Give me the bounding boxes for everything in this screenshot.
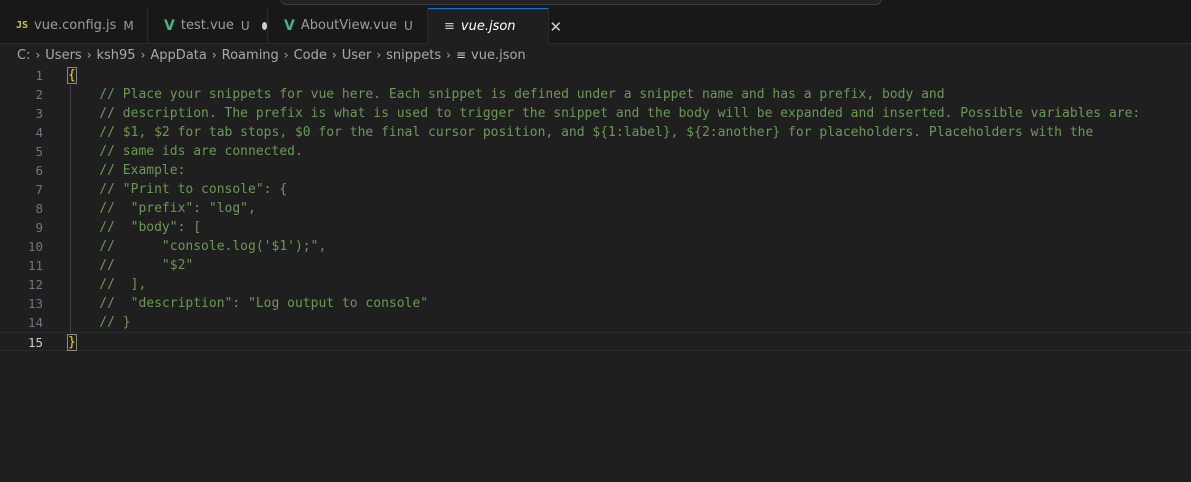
chevron-right-icon: › <box>446 48 451 62</box>
code-text: // $1, $2 for tab stops, $0 for the fina… <box>68 125 1094 140</box>
chevron-right-icon: › <box>86 48 92 62</box>
bracket-match: } <box>67 334 77 351</box>
tab-aboutview-vue[interactable]: V AboutView.vue U <box>268 8 428 43</box>
breadcrumb-item[interactable]: User <box>342 48 372 63</box>
title-bar <box>0 0 1191 8</box>
code-text: // same ids are connected. <box>68 144 303 159</box>
line-number: 7 <box>35 182 43 197</box>
chevron-right-icon: › <box>331 48 337 62</box>
line-number: 15 <box>27 335 43 350</box>
close-icon[interactable]: ✕ <box>550 18 563 36</box>
line-number: 5 <box>35 144 43 159</box>
breadcrumb-item[interactable]: vue.json <box>471 48 526 63</box>
code-text: // Example: <box>68 163 186 178</box>
code-line[interactable]: 5 // same ids are connected. <box>0 142 1191 161</box>
git-status-badge: M <box>123 18 134 33</box>
line-number: 10 <box>27 239 43 254</box>
code-text: // Place your snippets for vue here. Eac… <box>68 87 945 102</box>
code-text: } <box>67 333 77 352</box>
code-line[interactable]: 10 // "console.log('$1');", <box>0 237 1191 256</box>
line-number: 13 <box>27 296 43 311</box>
breadcrumb-item[interactable]: C: <box>17 48 30 63</box>
code-line[interactable]: 9 // "body": [ <box>0 218 1191 237</box>
tab-label: vue.json <box>460 19 516 34</box>
breadcrumb-item[interactable]: AppData <box>150 48 206 63</box>
code-line[interactable]: 4 // $1, $2 for tab stops, $0 for the fi… <box>0 123 1191 142</box>
code-line[interactable]: 2 // Place your snippets for vue here. E… <box>0 85 1191 104</box>
line-number: 9 <box>35 220 43 235</box>
line-number: 11 <box>27 258 43 273</box>
chevron-right-icon: › <box>35 48 41 62</box>
code-text: // "prefix": "log", <box>68 201 256 216</box>
code-line[interactable]: 3 // description. The prefix is what is … <box>0 104 1191 123</box>
code-text: // "Print to console": { <box>68 182 288 197</box>
code-text: // "description": "Log output to console… <box>68 296 429 311</box>
command-center[interactable] <box>280 0 882 5</box>
breadcrumb-item[interactable]: ksh95 <box>97 48 136 63</box>
line-number: 14 <box>27 315 43 330</box>
code-line[interactable]: 11 // "$2" <box>0 256 1191 275</box>
line-number: 8 <box>35 201 43 216</box>
breadcrumb-item[interactable]: snippets <box>386 48 441 63</box>
line-number: 1 <box>35 68 43 83</box>
line-number: 3 <box>35 106 43 121</box>
breadcrumb-item[interactable]: Users <box>45 48 81 63</box>
json-file-icon: ≡ <box>444 19 455 34</box>
breadcrumb-item[interactable]: Roaming <box>222 48 279 63</box>
chevron-right-icon: › <box>283 48 289 62</box>
breadcrumb-item[interactable]: Code <box>294 48 327 63</box>
unsaved-dot-icon[interactable] <box>261 21 267 30</box>
current-line[interactable]: 15 } <box>0 332 1191 351</box>
code-line[interactable]: 13 // "description": "Log output to cons… <box>0 294 1191 313</box>
code-line[interactable]: 8 // "prefix": "log", <box>0 199 1191 218</box>
vue-file-icon: V <box>284 17 295 34</box>
json-file-icon: ≡ <box>455 48 467 62</box>
tab-label: test.vue <box>180 18 234 33</box>
code-text: // "body": [ <box>68 220 202 235</box>
editor-tabs: JS vue.config.js M V test.vue U V AboutV… <box>0 8 1191 44</box>
tab-vue-config-js[interactable]: JS vue.config.js M <box>0 8 148 43</box>
vue-file-icon: V <box>164 17 175 34</box>
git-status-badge: U <box>404 18 413 33</box>
code-text: // description. The prefix is what is us… <box>68 106 1141 121</box>
code-line[interactable]: 6 // Example: <box>0 161 1191 180</box>
code-text: // "console.log('$1');", <box>68 239 327 254</box>
tab-label: AboutView.vue <box>300 18 397 33</box>
tab-vue-json[interactable]: ≡ vue.json ✕ <box>428 8 562 44</box>
bracket-match: { <box>67 67 77 84</box>
line-number: 12 <box>27 277 43 292</box>
code-editor[interactable]: 1 { 2 // Place your snippets for vue her… <box>0 66 1191 482</box>
code-line[interactable]: 7 // "Print to console": { <box>0 180 1191 199</box>
git-status-badge: U <box>240 18 250 33</box>
code-line[interactable]: 14 // } <box>0 313 1191 332</box>
code-text: // } <box>68 315 131 330</box>
chevron-right-icon: › <box>140 48 146 62</box>
code-text: // "$2" <box>68 258 194 273</box>
javascript-file-icon: JS <box>16 20 29 31</box>
line-number: 6 <box>35 163 43 178</box>
code-line[interactable]: 12 // ], <box>0 275 1191 294</box>
line-number: 2 <box>35 87 43 102</box>
line-number: 4 <box>35 125 43 140</box>
chevron-right-icon: › <box>211 48 217 62</box>
chevron-right-icon: › <box>376 48 382 62</box>
tab-label: vue.config.js <box>34 18 117 33</box>
code-text: { <box>67 66 77 85</box>
code-text: // ], <box>68 277 147 292</box>
code-line[interactable]: 1 { <box>0 66 1191 85</box>
breadcrumb: C: › Users › ksh95 › AppData › Roaming ›… <box>0 44 1191 66</box>
tab-test-vue[interactable]: V test.vue U <box>148 8 268 43</box>
